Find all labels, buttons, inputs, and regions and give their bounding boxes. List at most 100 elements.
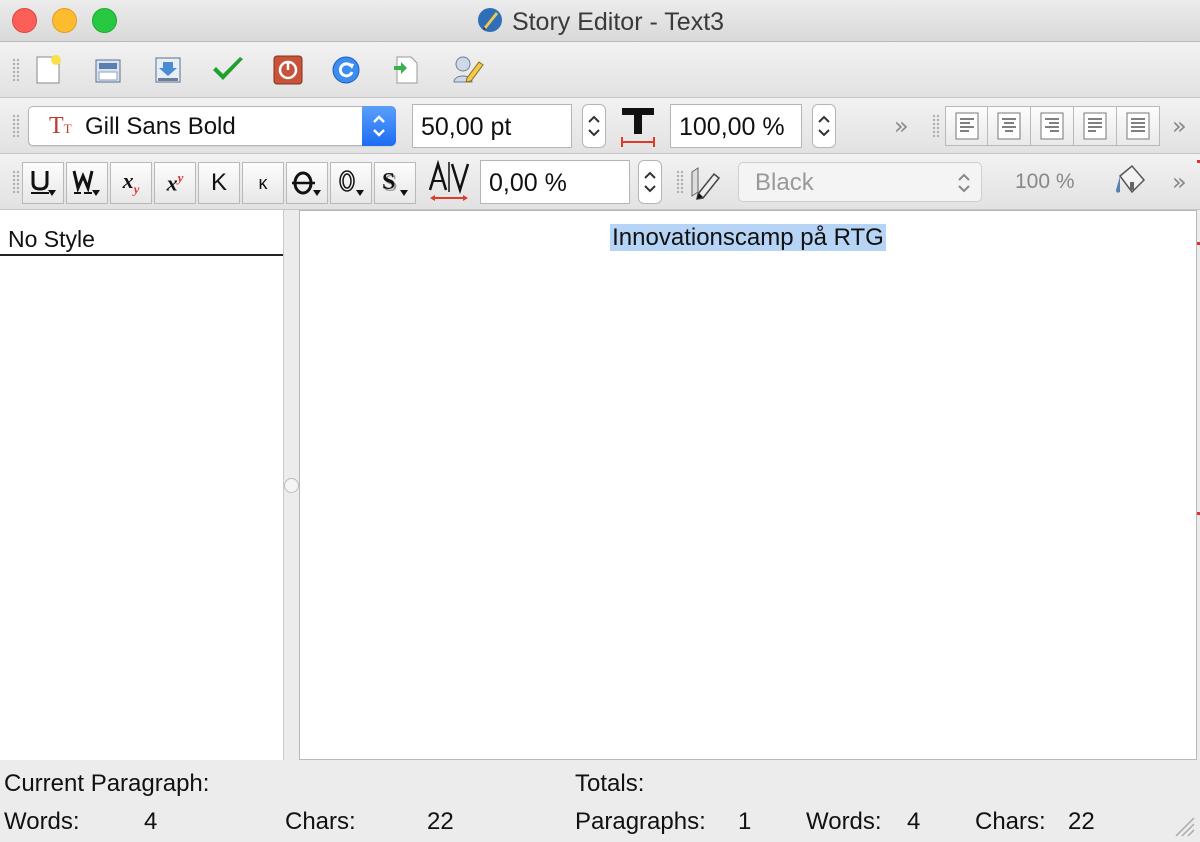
toolbar-grip[interactable]	[12, 170, 20, 194]
small-caps-button[interactable]: κ	[242, 162, 284, 204]
power-icon	[273, 55, 303, 85]
paragraphs-total-value: 1	[738, 808, 752, 835]
chars-total-value: 22	[1068, 808, 1095, 835]
subscript-icon: xy	[122, 168, 140, 197]
font-family-popup[interactable]: TT Gill Sans Bold	[28, 106, 396, 146]
all-caps-button[interactable]: K	[198, 162, 240, 204]
force-justify-button[interactable]	[1117, 106, 1160, 146]
scaling-stepper[interactable]	[812, 104, 836, 148]
status-bar: Current Paragraph: Totals: Words: 4 Char…	[0, 760, 1200, 842]
words-value: 4	[144, 808, 158, 835]
paragraph-styles-pane: No Style	[0, 210, 284, 760]
font-popup-arrows[interactable]	[362, 106, 396, 146]
overflow-chevron-icon[interactable]: »	[894, 112, 909, 140]
align-justify-icon	[1083, 112, 1107, 140]
paragraphs-total-label: Paragraphs:	[575, 808, 706, 835]
align-right-button[interactable]	[1031, 106, 1074, 146]
shadow-button[interactable]: S S	[374, 162, 416, 204]
reload-icon	[332, 56, 360, 84]
superscript-icon: xy	[166, 169, 184, 196]
justify-button[interactable]	[1074, 106, 1117, 146]
open-folder-icon	[95, 59, 121, 83]
strikethrough-button[interactable]	[286, 162, 328, 204]
stepper-arrows-icon	[588, 115, 600, 137]
shadow-icon: S S	[382, 169, 408, 197]
selected-text[interactable]: Innovationscamp på RTG	[610, 224, 886, 251]
overflow-chevron-icon[interactable]: »	[1172, 168, 1187, 196]
totals-label: Totals:	[575, 770, 645, 797]
main-toolbar	[0, 42, 1200, 98]
edit-properties-button[interactable]	[450, 52, 486, 88]
font-toolbar: TT Gill Sans Bold 50,00 pt 100,00 % » »	[0, 98, 1200, 154]
updown-chevron-icon	[373, 115, 385, 137]
import-icon	[155, 57, 181, 83]
align-center-button[interactable]	[988, 106, 1031, 146]
cancel-button[interactable]	[270, 52, 306, 88]
current-paragraph-label: Current Paragraph:	[4, 770, 210, 797]
words-label: Words:	[4, 808, 80, 835]
align-left-button[interactable]	[945, 106, 988, 146]
small-caps-icon: κ	[258, 172, 268, 193]
underline-button[interactable]	[22, 162, 64, 204]
word-underline-button[interactable]	[66, 162, 108, 204]
fill-shade-button[interactable]	[1110, 162, 1154, 203]
paint-bucket-icon	[1116, 164, 1146, 194]
overflow-chevron-icon[interactable]: »	[1172, 112, 1187, 140]
apply-button[interactable]	[210, 52, 246, 88]
editor-paragraph[interactable]: Innovationscamp på RTG	[300, 224, 1196, 252]
subscript-button[interactable]: xy	[110, 162, 152, 204]
scaling-mode-button[interactable]	[618, 104, 658, 153]
font-size-stepper[interactable]	[582, 104, 606, 148]
new-file-icon	[36, 55, 61, 84]
words-total-label: Words:	[806, 808, 882, 835]
align-force-justify-icon	[1126, 112, 1150, 140]
font-size-field[interactable]: 50,00 pt	[412, 104, 572, 148]
align-right-icon	[1040, 112, 1064, 140]
font-family-value: Gill Sans Bold	[85, 113, 236, 140]
insert-sample-button[interactable]	[388, 52, 424, 88]
toolbar-grip[interactable]	[12, 58, 20, 82]
new-file-button[interactable]	[30, 52, 66, 88]
svg-text:S: S	[382, 169, 395, 195]
splitter-handle[interactable]	[284, 478, 299, 493]
chars-label: Chars:	[285, 808, 356, 835]
text-color-button[interactable]	[688, 166, 724, 205]
title-bar: Story Editor - Text3	[0, 0, 1200, 42]
toolbar-grip[interactable]	[676, 170, 684, 194]
chars-total-label: Chars:	[975, 808, 1046, 835]
truetype-font-icon: TT	[49, 113, 72, 139]
text-color-popup[interactable]: Black	[738, 162, 982, 202]
tracking-label	[428, 159, 470, 209]
insert-sample-icon	[394, 56, 418, 84]
updown-chevron-icon	[958, 173, 970, 193]
horizontal-scale-icon	[621, 108, 655, 147]
outline-icon	[339, 170, 364, 196]
all-caps-icon: K	[210, 169, 227, 196]
toolbar-grip[interactable]	[12, 114, 20, 138]
tracking-stepper[interactable]	[638, 160, 662, 204]
toolbar-grip[interactable]	[932, 114, 940, 138]
window-title-wrap: Story Editor - Text3	[0, 6, 1200, 37]
text-editor[interactable]: Innovationscamp på RTG	[299, 210, 1197, 760]
outline-button[interactable]	[330, 162, 372, 204]
text-color-value: Black	[755, 169, 814, 196]
reload-button[interactable]	[328, 52, 364, 88]
style-list-item[interactable]: No Style	[0, 210, 283, 256]
stepper-arrows-icon	[644, 171, 656, 193]
align-center-icon	[997, 112, 1021, 140]
scaling-field[interactable]: 100,00 %	[670, 104, 802, 148]
align-left-icon	[955, 112, 978, 140]
stepper-arrows-icon	[818, 115, 830, 137]
underline-icon	[31, 171, 56, 196]
import-button[interactable]	[150, 52, 186, 88]
open-button[interactable]	[90, 52, 126, 88]
strikethrough-icon	[292, 171, 321, 196]
tracking-field[interactable]: 0,00 %	[480, 160, 630, 204]
resize-grip-icon[interactable]	[1172, 814, 1196, 838]
word-underline-icon	[72, 170, 100, 196]
superscript-button[interactable]: xy	[154, 162, 196, 204]
app-icon	[477, 8, 502, 32]
alignment-group	[945, 106, 1161, 146]
checkmark-icon	[213, 57, 243, 80]
pen-color-icon	[691, 167, 721, 200]
